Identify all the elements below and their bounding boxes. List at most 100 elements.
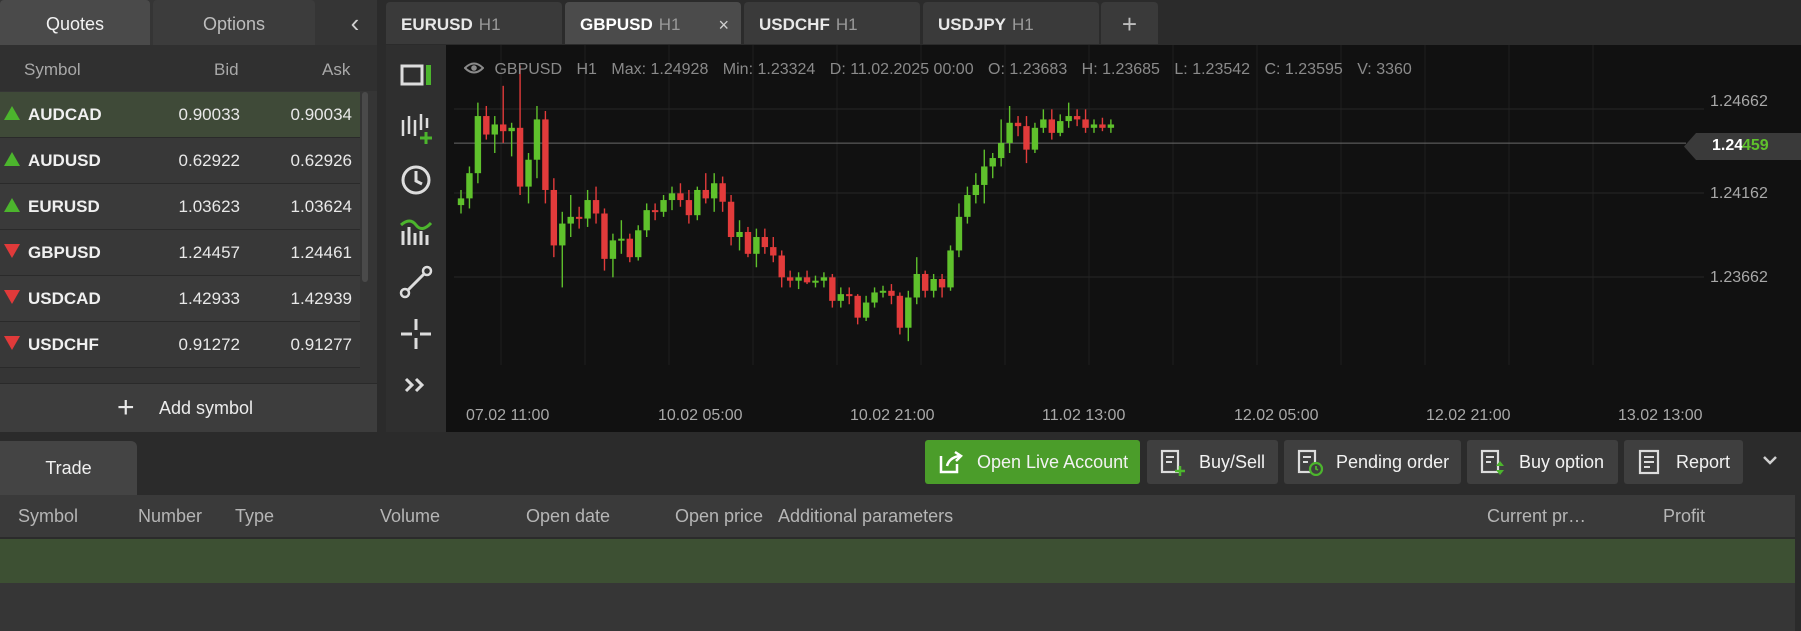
time-label: 07.02 11:00 [466,407,550,424]
candle-body [711,183,718,199]
line-tool-icon[interactable] [398,264,434,300]
col-profit[interactable]: Profit [1663,506,1705,527]
col-bid[interactable]: Bid [214,60,239,80]
plus-icon: + [117,391,135,424]
quote-symbol: GBPUSD [28,243,101,262]
chart-type-icon[interactable] [398,57,434,93]
candle-body [508,127,515,132]
candle-body [947,250,954,288]
candle-body [795,277,802,281]
quote-symbol: EURUSD [28,197,100,216]
candle-body [854,295,861,318]
add-symbol-label: Add symbol [159,398,254,418]
quote-row[interactable]: GBPUSD 1.24457 1.24461 [0,230,360,276]
candle-body [770,247,777,256]
col-type[interactable]: Type [235,506,274,527]
candle-body [643,210,650,231]
col-number[interactable]: Number [138,506,202,527]
add-order-icon [1160,449,1185,476]
candle-body [778,255,785,278]
chart-tab-eurusd[interactable]: EURUSD H1 [386,2,562,44]
quote-bid: 1.03623 [178,197,240,216]
col-open-date[interactable]: Open date [526,506,610,527]
price-chart[interactable] [446,45,1801,432]
chevron-down-icon[interactable] [1761,454,1779,466]
eye-icon[interactable] [463,61,485,75]
candle-body [862,302,870,318]
tab-options[interactable]: Options [153,0,315,45]
candle-body [938,279,946,288]
price-label-1: 1.24662 [1710,93,1768,110]
candle-body [744,231,752,254]
tab-quotes[interactable]: Quotes [0,0,150,45]
candle-body [1065,116,1072,122]
quote-row[interactable]: AUDCAD 0.90033 0.90034 [0,92,360,138]
candle-body [727,201,735,238]
arrow-up-icon [4,198,20,212]
current-price-main: 1.24 [1712,137,1744,154]
buy-sell-button[interactable]: Buy/Sell [1147,440,1278,484]
candle-body [964,195,971,217]
info-date: D: 11.02.2025 00:00 [829,61,974,78]
col-symbol[interactable]: Symbol [24,60,81,80]
col-current-price[interactable]: Current pr… [1487,506,1586,527]
add-indicator-icon[interactable] [398,110,434,146]
candle-body [575,216,583,219]
quote-ask: 0.62926 [290,151,352,170]
candle-body [896,295,904,328]
arrow-up-icon [4,152,20,166]
col-symbol[interactable]: Symbol [18,506,78,527]
quote-ask: 1.42939 [290,289,352,308]
quote-row[interactable]: USDCAD 1.42933 1.42939 [0,276,360,322]
tab-trade[interactable]: Trade [0,441,137,495]
col-volume[interactable]: Volume [380,506,440,527]
chart-tab-gbpusd[interactable]: GBPUSD H1 × [565,2,741,44]
time-label: 12.02 05:00 [1234,407,1319,424]
quote-row[interactable]: USDCHF 0.91272 0.91277 [0,322,360,368]
quote-ask: 1.24461 [290,243,352,262]
arrow-down-icon [4,290,20,304]
chart-tab-usdjpy[interactable]: USDJPY H1 [923,2,1099,44]
pending-order-button[interactable]: Pending order [1284,440,1461,484]
close-icon[interactable]: × [718,2,729,48]
pending-order-icon [1297,449,1324,476]
add-symbol-button[interactable]: + Add symbol [0,383,377,433]
arrow-up-icon [4,106,20,120]
quote-row[interactable]: EURUSD 1.03623 1.03624 [0,184,360,230]
more-icon[interactable] [398,367,434,403]
col-additional-parameters[interactable]: Additional parameters [778,506,953,527]
timeframe-icon[interactable] [398,162,434,198]
crosshair-icon[interactable] [398,316,434,352]
tab-timeframe: H1 [478,15,501,34]
chart-area[interactable]: GBPUSD H1 Max: 1.24928 Min: 1.23324 D: 1… [446,45,1801,432]
report-button[interactable]: Report [1624,440,1743,484]
table-row[interactable] [0,539,1795,583]
quote-bid: 1.24457 [178,243,240,262]
open-live-account-button[interactable]: Open Live Account [925,440,1140,484]
col-ask[interactable]: Ask [322,60,350,80]
add-chart-tab-button[interactable]: + [1101,2,1158,44]
candle-body [677,193,684,201]
candle-body [1090,124,1098,128]
external-link-icon [939,450,963,474]
candle-body [955,216,963,251]
info-close: C: 1.23595 [1264,61,1343,78]
candle-body [786,277,794,281]
col-open-price[interactable]: Open price [675,506,763,527]
info-open: O: 1.23683 [988,61,1068,78]
candle-body [922,273,929,291]
quote-row[interactable]: AUDUSD 0.62922 0.62926 [0,138,360,184]
quotes-scrollbar[interactable] [362,92,368,282]
chart-tab-usdchf[interactable]: USDCHF H1 [744,2,920,44]
candle-body [457,198,465,206]
candle-body [1107,124,1115,128]
arrow-down-icon [4,244,20,258]
candle-body [660,200,667,212]
indicators-icon[interactable] [398,213,434,249]
price-label-2: 1.24162 [1710,185,1768,202]
buy-option-button[interactable]: Buy option [1467,440,1618,484]
candle-body [550,189,558,246]
collapse-panel-icon[interactable]: ‹ [340,8,370,38]
time-label: 10.02 05:00 [658,407,743,424]
candle-body [820,277,828,281]
